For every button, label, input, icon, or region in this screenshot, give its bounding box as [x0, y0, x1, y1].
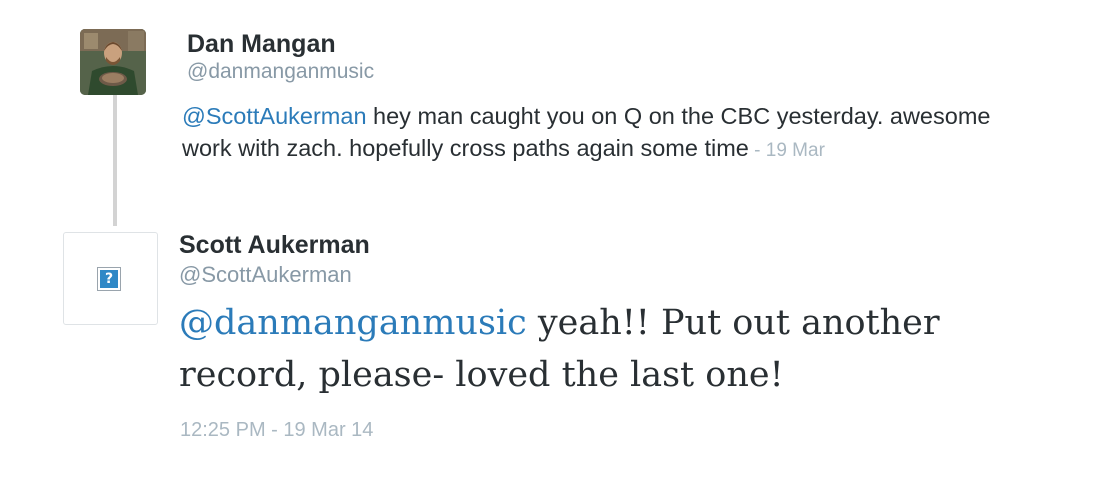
author-name[interactable]: Dan Mangan [187, 30, 336, 59]
mention-link[interactable]: @ScottAukerman [182, 103, 367, 129]
tweet-date[interactable]: - 19 Mar [749, 140, 825, 161]
author-handle[interactable]: @ScottAukerman [179, 262, 352, 288]
tweet-text: @ScottAukerman hey man caught you on Q o… [182, 100, 1042, 167]
avatar-dan-mangan[interactable] [80, 29, 146, 95]
tweet-timestamp[interactable]: 12:25 PM - 19 Mar 14 [180, 419, 373, 442]
mention-link[interactable]: @danmanganmusic [179, 303, 527, 343]
tweet-text: @danmanganmusic yeah!! Put out another r… [179, 297, 1079, 401]
avatar-scott-aukerman[interactable]: ? [63, 232, 158, 325]
thread-connector-line [113, 95, 117, 226]
profile-photo-icon [80, 29, 146, 95]
author-handle[interactable]: @danmanganmusic [187, 60, 374, 84]
broken-image-icon: ? [97, 267, 121, 291]
author-name[interactable]: Scott Aukerman [179, 231, 370, 260]
